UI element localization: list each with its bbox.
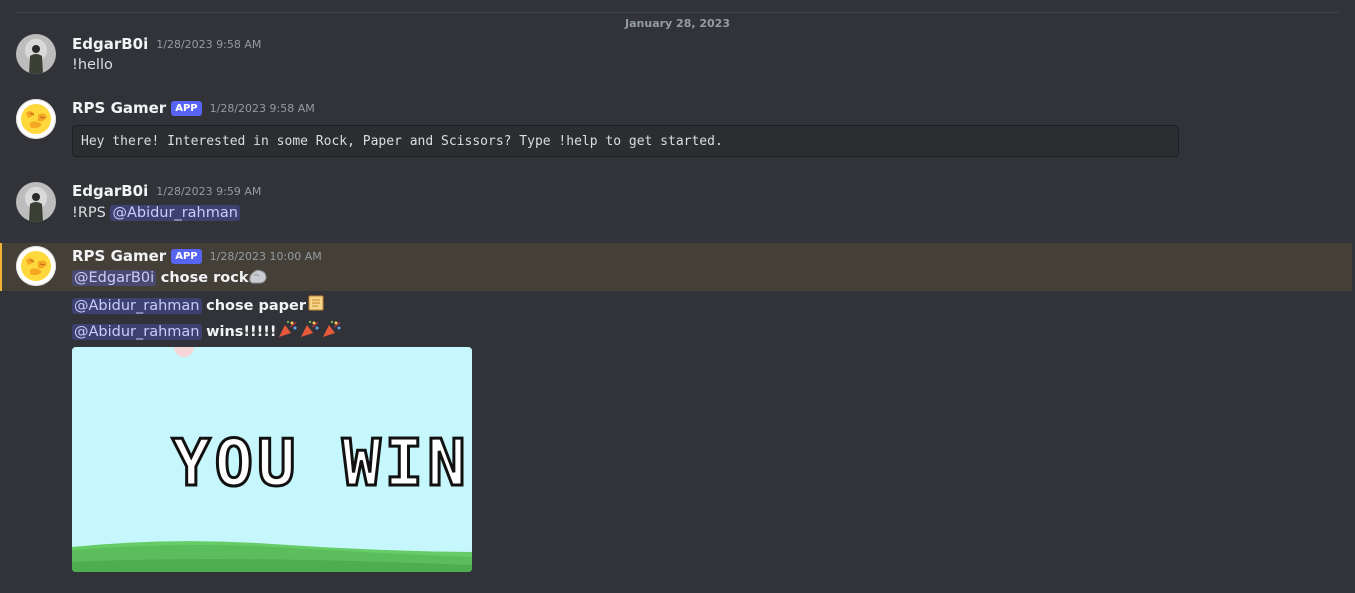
rps-hands-icon	[21, 251, 51, 281]
avatar[interactable]	[16, 182, 56, 222]
message-text: !RPS @Abidur_rahman	[72, 202, 240, 224]
user-mention[interactable]: @Abidur_rahman	[110, 205, 240, 221]
username[interactable]: RPS Gamer	[72, 247, 166, 265]
username[interactable]: EdgarB0i	[72, 182, 148, 200]
message-header: RPS Gamer APP 1/28/2023 10:00 AM	[72, 246, 322, 266]
user-avatar-figure	[29, 193, 43, 222]
scroll-emoji-icon	[306, 293, 326, 320]
user-mention[interactable]: @Abidur_rahman	[72, 324, 202, 340]
app-badge: APP	[171, 100, 202, 116]
user-mention[interactable]: @Abidur_rahman	[72, 298, 202, 314]
bot-avatar[interactable]	[16, 99, 56, 139]
timestamp[interactable]: 1/28/2023 10:00 AM	[210, 250, 322, 263]
party-popper-icon	[321, 319, 343, 346]
timestamp[interactable]: 1/28/2023 9:59 AM	[156, 185, 261, 198]
bot-avatar[interactable]	[16, 246, 56, 286]
result-line: @Abidur_rahman wins!!!!!	[72, 319, 343, 346]
app-badge: APP	[171, 248, 202, 264]
message-header: EdgarB0i 1/28/2023 9:59 AM	[72, 181, 261, 201]
party-popper-icon	[277, 319, 299, 346]
timestamp[interactable]: 1/28/2023 9:58 AM	[210, 102, 315, 115]
result-text: chose rock	[160, 270, 249, 286]
party-popper-icon	[299, 319, 321, 346]
rock-emoji-icon	[248, 267, 268, 292]
user-mention[interactable]: @EdgarB0i	[72, 270, 157, 286]
timestamp[interactable]: 1/28/2023 9:58 AM	[156, 38, 261, 51]
result-line: @Abidur_rahman chose paper	[72, 293, 326, 320]
username[interactable]: EdgarB0i	[72, 35, 148, 53]
date-divider: January 28, 2023	[16, 12, 1339, 32]
you-win-image[interactable]: YOU WIN	[72, 347, 472, 572]
date-divider-label: January 28, 2023	[619, 16, 736, 32]
username[interactable]: RPS Gamer	[72, 99, 166, 117]
you-win-graphic: YOU WIN	[72, 347, 472, 572]
result-line: @EdgarB0i chose rock	[72, 267, 268, 292]
message-header: RPS Gamer APP 1/28/2023 9:58 AM	[72, 98, 315, 118]
rps-hands-icon	[21, 104, 51, 134]
code-block: Hey there! Interested in some Rock, Pape…	[72, 125, 1179, 157]
user-avatar-figure	[29, 45, 43, 74]
command-text: !RPS	[72, 205, 106, 221]
message-text: !hello	[72, 57, 113, 73]
message-header: EdgarB0i 1/28/2023 9:58 AM	[72, 34, 261, 54]
result-text: wins!!!!!	[206, 324, 277, 340]
result-text: chose paper	[206, 298, 307, 314]
you-win-text: YOU WIN	[172, 427, 470, 501]
avatar[interactable]	[16, 34, 56, 74]
